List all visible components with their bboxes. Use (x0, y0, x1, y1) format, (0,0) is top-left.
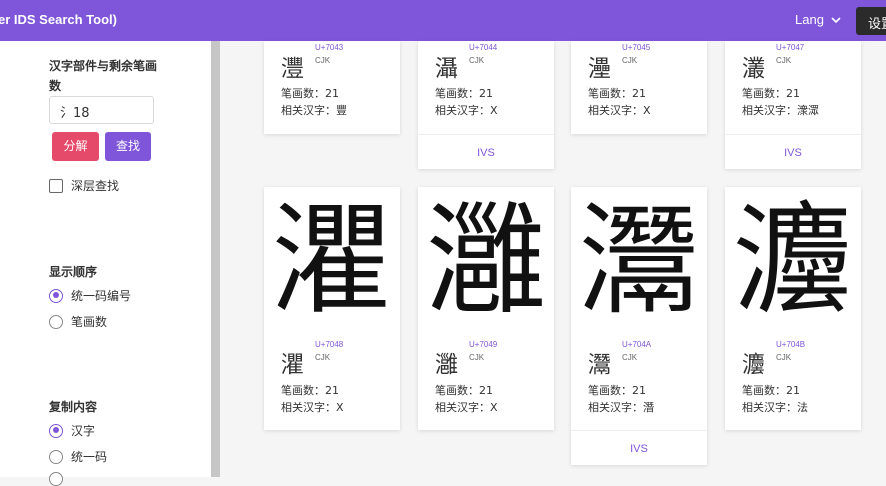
char-preview: 灈 (272, 192, 392, 331)
related-chars: 相关汉字：潛 (588, 401, 654, 414)
char-glyph: 灊 (588, 352, 611, 378)
related-chars: 相关汉字：X (435, 401, 498, 414)
unicode-code: U+7044 (469, 43, 498, 52)
stroke-count: 笔画数：21 (588, 87, 646, 100)
char-type: CJK (622, 353, 638, 362)
stroke-count: 笔画数：21 (435, 87, 493, 100)
unicode-code: U+7043 (315, 43, 344, 52)
app-title: er IDS Search Tool) (0, 12, 117, 27)
order-option-unicode[interactable]: 统一码编号 (49, 287, 131, 304)
char-type: CJK (469, 56, 485, 65)
related-chars: 相关汉字：豐 (281, 104, 347, 117)
order-option-label: 笔画数 (71, 315, 108, 329)
char-type: CJK (315, 353, 331, 362)
related-chars: 相关汉字：X (588, 104, 651, 117)
unicode-code: U+7049 (469, 340, 498, 349)
related-chars: 相关汉字：X (281, 401, 344, 414)
char-card[interactable]: 灇 U+7047 CJK 笔画数：21 相关汉字：潨潀 IVS (725, 41, 861, 169)
char-glyph: 灇 (742, 56, 765, 82)
radio-unselected-icon[interactable] (49, 314, 63, 329)
radio-unselected-icon[interactable] (49, 472, 63, 486)
deep-search-checkbox[interactable] (49, 178, 63, 193)
char-type: CJK (776, 56, 792, 65)
unicode-code: U+704A (622, 340, 652, 349)
copy-option-label: 汉字 (71, 424, 96, 438)
top-navigation-bar: er IDS Search Tool) Lang 设置 (0, 0, 886, 41)
char-card[interactable]: 灉 灉 U+7049 CJK 笔画数：21 相关汉字：X (418, 187, 554, 430)
unicode-code: U+7047 (776, 43, 805, 52)
char-glyph: 灄 (435, 56, 458, 82)
component-section-title-line2: 数 (49, 79, 62, 93)
copy-content-title: 复制内容 (49, 400, 98, 414)
display-order-title: 显示顺序 (49, 265, 98, 279)
stroke-count: 笔画数：21 (742, 384, 800, 397)
char-glyph: 灃 (281, 56, 304, 82)
settings-button[interactable]: 设置 (856, 7, 886, 35)
deep-search-option[interactable]: 深层查找 (49, 177, 119, 194)
char-preview: 灉 (426, 192, 546, 331)
search-button[interactable]: 查找 (105, 132, 151, 161)
radio-selected-icon[interactable] (49, 288, 63, 303)
char-card[interactable]: 灄 U+7044 CJK 笔画数：21 相关汉字：X IVS (418, 41, 554, 169)
ivs-link[interactable]: IVS (418, 134, 554, 169)
char-type: CJK (469, 353, 485, 362)
unicode-code: U+704B (776, 340, 806, 349)
char-type: CJK (776, 353, 792, 362)
radio-unselected-icon[interactable] (49, 449, 63, 464)
ivs-link[interactable]: IVS (571, 430, 707, 465)
copy-option-label: 统一码 (71, 450, 108, 464)
copy-option-char[interactable]: 汉字 (49, 422, 95, 439)
char-card[interactable]: 灅 U+7045 CJK 笔画数：21 相关汉字：X (571, 41, 707, 134)
char-card[interactable]: 灋 灋 U+704B CJK 笔画数：21 相关汉字：法 (725, 187, 861, 430)
related-chars: 相关汉字：潨潀 (742, 104, 819, 117)
char-glyph: 灉 (435, 352, 458, 378)
language-selector[interactable]: Lang (795, 12, 842, 27)
copy-option-more[interactable] (49, 472, 63, 486)
char-card[interactable]: 灃 U+7043 CJK 笔画数：21 相关汉字：豐 (264, 41, 400, 134)
char-glyph: 灈 (281, 352, 304, 378)
char-glyph: 灋 (742, 352, 765, 378)
decompose-button[interactable]: 分解 (52, 132, 99, 161)
char-preview: 灊 (579, 192, 699, 331)
unicode-code: U+7048 (315, 340, 344, 349)
stroke-count: 笔画数：21 (435, 384, 493, 397)
stroke-count: 笔画数：21 (281, 87, 339, 100)
deep-search-label: 深层查找 (71, 179, 120, 193)
radio-selected-icon[interactable] (49, 423, 63, 438)
component-section-title: 汉字部件与剩余笔画 数 (49, 56, 157, 96)
copy-option-unicode[interactable]: 统一码 (49, 448, 107, 465)
stroke-count: 笔画数：21 (742, 87, 800, 100)
char-card[interactable]: 灈 灈 U+7048 CJK 笔画数：21 相关汉字：X (264, 187, 400, 430)
stroke-count: 笔画数：21 (588, 384, 646, 397)
language-label: Lang (795, 12, 824, 27)
char-type: CJK (622, 56, 638, 65)
component-input[interactable]: 氵18 (49, 96, 154, 124)
char-card[interactable]: 灊 灊 U+704A CJK 笔画数：21 相关汉字：潛 IVS (571, 187, 707, 465)
component-section-title-line1: 汉字部件与剩余笔画 (49, 59, 158, 73)
related-chars: 相关汉字：X (435, 104, 498, 117)
ivs-link[interactable]: IVS (725, 134, 861, 169)
char-glyph: 灅 (588, 56, 611, 82)
stroke-count: 笔画数：21 (281, 384, 339, 397)
related-chars: 相关汉字：法 (742, 401, 808, 414)
unicode-code: U+7045 (622, 43, 651, 52)
chevron-down-icon (831, 16, 841, 23)
char-preview: 灋 (733, 192, 853, 331)
order-option-strokes[interactable]: 笔画数 (49, 313, 107, 330)
char-type: CJK (315, 56, 331, 65)
order-option-label: 统一码编号 (71, 289, 132, 303)
sidebar-scrollbar[interactable] (211, 41, 220, 477)
